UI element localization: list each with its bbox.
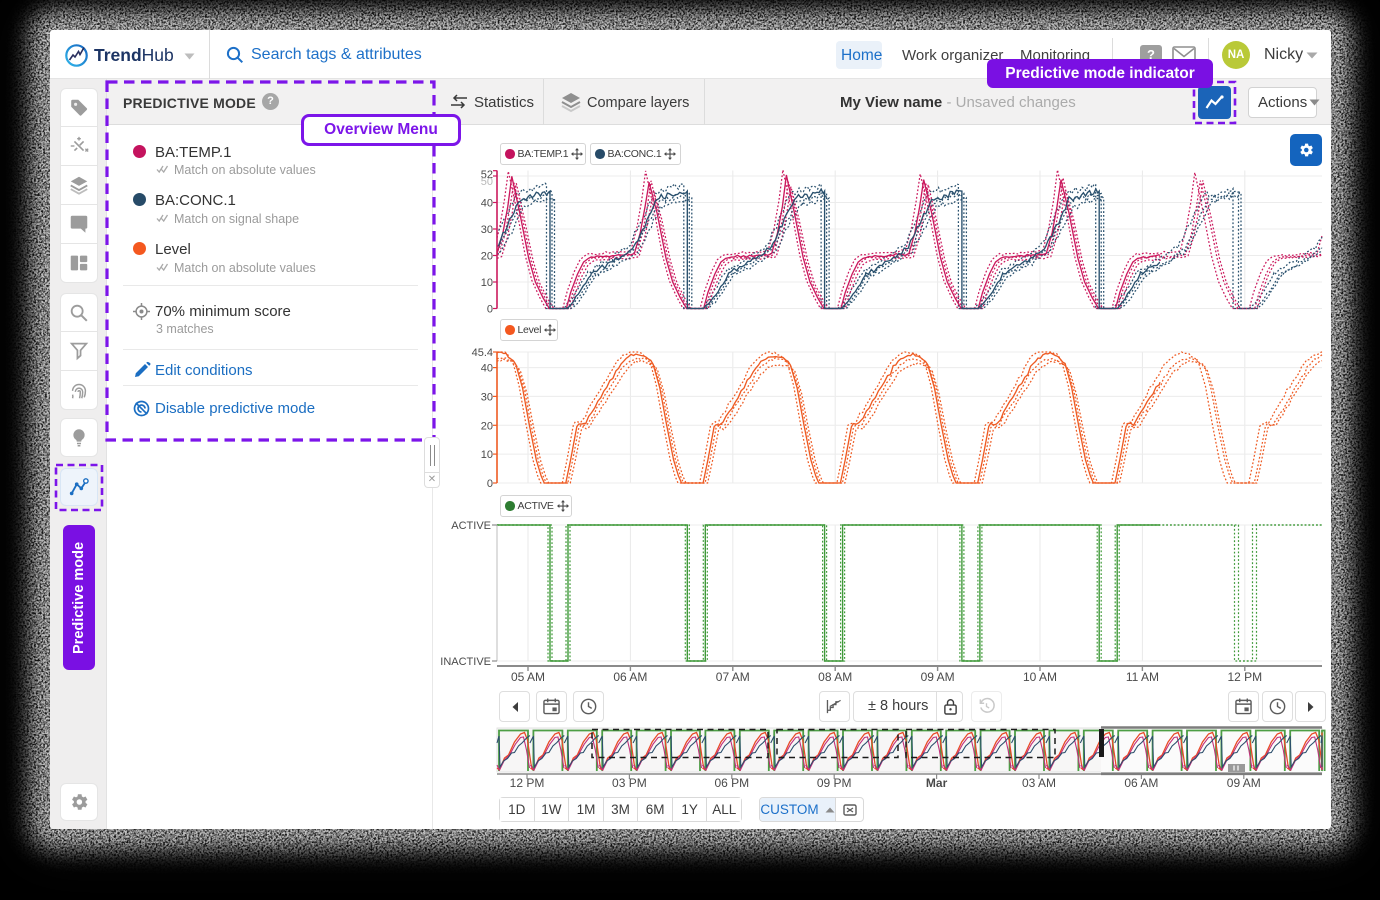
svg-text:09 PM: 09 PM	[817, 776, 852, 790]
svg-text:30: 30	[481, 391, 493, 403]
svg-text:45.4: 45.4	[472, 347, 493, 359]
svg-text:20: 20	[481, 420, 493, 432]
svg-text:11 AM: 11 AM	[1126, 670, 1159, 684]
svg-text:40: 40	[481, 363, 493, 375]
svg-text:10: 10	[481, 277, 493, 289]
svg-text:08 AM: 08 AM	[818, 670, 852, 684]
svg-text:05 AM: 05 AM	[511, 670, 545, 684]
svg-text:INACTIVE: INACTIVE	[440, 656, 491, 668]
svg-text:10: 10	[481, 449, 493, 461]
svg-text:10 AM: 10 AM	[1023, 670, 1057, 684]
svg-text:03 PM: 03 PM	[612, 776, 647, 790]
svg-text:06 PM: 06 PM	[714, 776, 749, 790]
svg-text:06 AM: 06 AM	[1124, 776, 1158, 790]
svg-text:03 AM: 03 AM	[1022, 776, 1056, 790]
svg-text:07 AM: 07 AM	[716, 670, 750, 684]
svg-text:50: 50	[481, 176, 493, 188]
svg-text:0: 0	[487, 478, 493, 490]
svg-text:20: 20	[481, 251, 493, 263]
svg-text:12 PM: 12 PM	[1227, 670, 1262, 684]
svg-text:30: 30	[481, 224, 493, 236]
svg-text:Mar: Mar	[926, 776, 948, 790]
svg-text:06 AM: 06 AM	[613, 670, 647, 684]
svg-text:ACTIVE: ACTIVE	[451, 520, 491, 532]
svg-text:09 AM: 09 AM	[921, 670, 955, 684]
svg-text:0: 0	[487, 304, 493, 316]
svg-text:12 PM: 12 PM	[510, 776, 545, 790]
svg-text:09 AM: 09 AM	[1227, 776, 1261, 790]
svg-text:40: 40	[481, 198, 493, 210]
